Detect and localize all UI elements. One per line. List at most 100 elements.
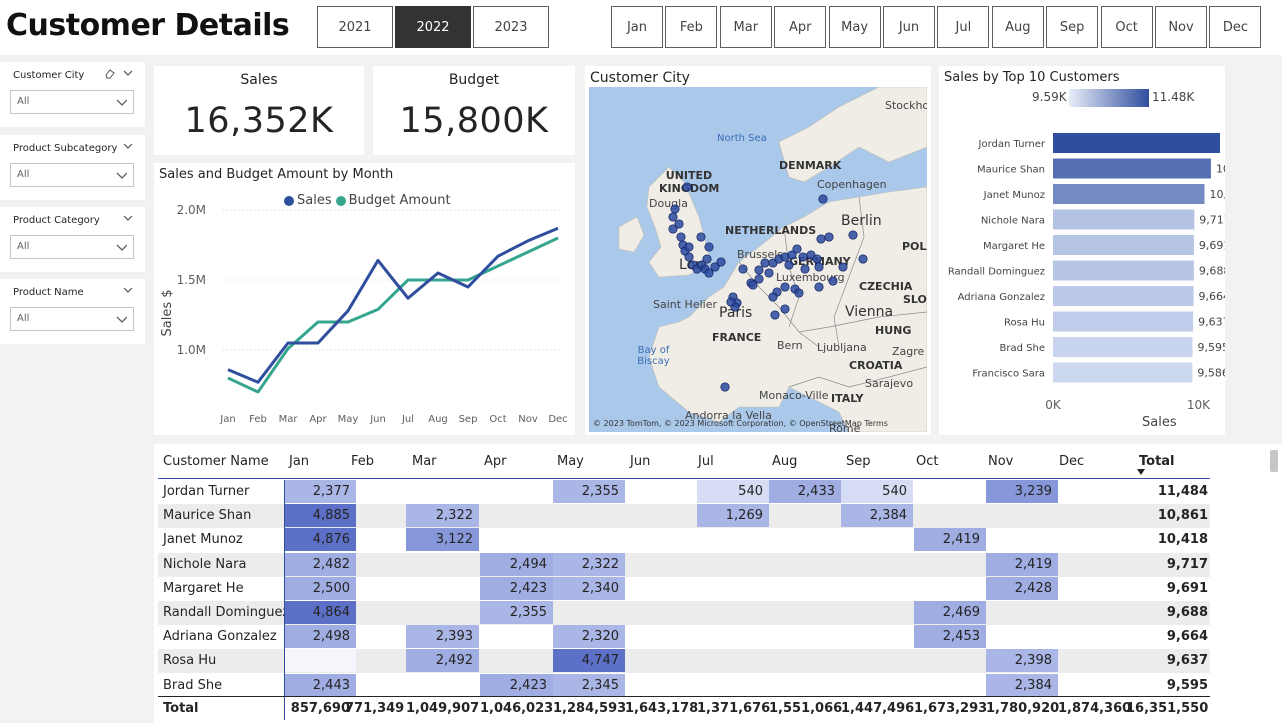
map-point[interactable] xyxy=(792,244,802,254)
table-row[interactable]: Jordan Turner 2,377 2,355 540 2,433 540 3,239 1… xyxy=(158,480,1210,504)
slicer-dropdown[interactable]: All xyxy=(10,235,134,259)
column-header-dec[interactable]: Dec xyxy=(1059,454,1084,469)
map-point[interactable] xyxy=(684,242,694,252)
column-header-mar[interactable]: Mar xyxy=(412,454,437,469)
map-point[interactable] xyxy=(738,264,748,274)
column-header-jan[interactable]: Jan xyxy=(289,454,309,469)
column-header-jun[interactable]: Jun xyxy=(630,454,650,469)
map-point[interactable] xyxy=(818,194,828,204)
map-point[interactable] xyxy=(768,292,778,302)
column-header-total[interactable]: Total xyxy=(1139,454,1175,469)
slicer-dropdown[interactable]: All xyxy=(10,163,134,187)
map-point[interactable] xyxy=(848,230,858,240)
map-point[interactable] xyxy=(824,232,834,242)
column-header-nov[interactable]: Nov xyxy=(988,454,1013,469)
month-button-may[interactable]: May xyxy=(828,6,881,48)
bar[interactable] xyxy=(1053,209,1195,230)
table-row[interactable]: Nichole Nara 2,482 2,494 2,322 2,419 9,717 xyxy=(158,552,1210,577)
map-point[interactable] xyxy=(770,310,780,320)
map-point[interactable] xyxy=(726,297,736,307)
chevron-down-icon[interactable] xyxy=(123,285,133,295)
line-chart-panel[interactable]: Sales and Budget Amount by Month Sales B… xyxy=(154,163,575,435)
map-point[interactable] xyxy=(702,254,712,264)
month-button-jan[interactable]: Jan xyxy=(611,6,663,48)
month-button-sep[interactable]: Sep xyxy=(1046,6,1099,48)
map-point[interactable] xyxy=(798,252,808,262)
map-point[interactable] xyxy=(780,304,790,314)
month-button-nov[interactable]: Nov xyxy=(1155,6,1207,48)
map-point[interactable] xyxy=(748,280,758,290)
column-header-aug[interactable]: Aug xyxy=(772,454,797,469)
map-point[interactable] xyxy=(858,254,868,264)
map-point[interactable] xyxy=(812,254,822,264)
bar[interactable] xyxy=(1053,311,1194,332)
month-button-jul[interactable]: Jul xyxy=(937,6,990,48)
map-point[interactable] xyxy=(684,252,694,262)
bar[interactable] xyxy=(1053,260,1194,281)
table-row[interactable]: Maurice Shan 4,885 2,322 1,269 2,384 10,861 xyxy=(158,504,1210,529)
month-button-apr[interactable]: Apr xyxy=(774,6,827,48)
slicer-dropdown[interactable]: All xyxy=(10,90,134,114)
year-button-2021[interactable]: 2021 xyxy=(317,6,393,48)
map-point[interactable] xyxy=(716,257,726,267)
customer-matrix[interactable]: Customer Name Jan Feb Mar Apr May Jun Jul Aug Sep… xyxy=(154,444,1282,723)
slicer-dropdown[interactable]: All xyxy=(10,307,134,331)
map-point[interactable] xyxy=(704,242,714,252)
column-header-customer-name[interactable]: Customer Name xyxy=(163,454,269,469)
table-row[interactable]: Rosa Hu 2,492 4,747 2,398 9,637 xyxy=(158,649,1210,674)
map-point[interactable] xyxy=(754,265,764,275)
bar[interactable] xyxy=(1053,337,1193,357)
sort-descending-icon[interactable] xyxy=(1137,469,1145,475)
series-line-budget-amount[interactable] xyxy=(227,236,559,394)
month-button-feb[interactable]: Feb xyxy=(665,6,718,48)
map-point[interactable] xyxy=(668,212,678,222)
customer-city-map[interactable]: North SeaUNITED KINGDOMDENMARKCopenhagen… xyxy=(589,87,927,432)
top-customers-panel[interactable]: Sales by Top 10 Customers 9.59K 11.48K J… xyxy=(939,66,1225,435)
chevron-down-icon[interactable] xyxy=(123,141,133,151)
bar[interactable] xyxy=(1053,235,1194,255)
column-header-sep[interactable]: Sep xyxy=(846,454,871,469)
bar[interactable] xyxy=(1053,286,1194,306)
column-header-jul[interactable]: Jul xyxy=(698,454,714,469)
map-point[interactable] xyxy=(780,282,790,292)
month-button-mar[interactable]: Mar xyxy=(719,6,772,48)
map-panel[interactable]: Customer City North SeaUNITED KINGDOMDEN… xyxy=(585,66,931,435)
table-row[interactable]: Randall Dominguez 4,864 2,355 2,469 9,688 xyxy=(158,601,1210,625)
map-point[interactable] xyxy=(720,382,730,392)
table-row[interactable]: Janet Munoz 4,876 3,122 2,419 10,418 xyxy=(158,528,1210,553)
table-row[interactable]: Margaret He 2,500 2,423 2,340 2,428 9,691 xyxy=(158,576,1210,601)
map-point[interactable] xyxy=(676,232,686,242)
map-point[interactable] xyxy=(784,260,794,270)
map-point[interactable] xyxy=(828,276,838,286)
map-point[interactable] xyxy=(814,262,824,272)
bar[interactable] xyxy=(1053,158,1211,179)
column-header-may[interactable]: May xyxy=(557,454,584,469)
map-point[interactable] xyxy=(838,262,848,272)
map-point[interactable] xyxy=(764,268,774,278)
bar[interactable] xyxy=(1053,133,1220,153)
chevron-down-icon[interactable] xyxy=(123,213,133,223)
month-button-aug[interactable]: Aug xyxy=(991,6,1044,48)
year-button-2023[interactable]: 2023 xyxy=(473,6,549,48)
map-point[interactable] xyxy=(816,234,826,244)
map-point[interactable] xyxy=(800,264,810,274)
month-button-jun[interactable]: Jun xyxy=(883,6,935,48)
matrix-scrollbar[interactable] xyxy=(1270,450,1278,472)
bar[interactable] xyxy=(1053,362,1193,383)
column-header-feb[interactable]: Feb xyxy=(351,454,374,469)
chevron-down-icon[interactable] xyxy=(123,68,133,78)
map-point[interactable] xyxy=(668,224,678,234)
bar[interactable] xyxy=(1053,184,1205,204)
year-button-2022[interactable]: 2022 xyxy=(395,6,471,48)
month-button-oct[interactable]: Oct xyxy=(1100,6,1153,48)
map-point[interactable] xyxy=(670,204,680,214)
map-point[interactable] xyxy=(696,232,706,242)
map-point[interactable] xyxy=(794,288,804,298)
map-point[interactable] xyxy=(814,282,824,292)
series-line-sales[interactable] xyxy=(227,226,559,384)
eraser-icon[interactable] xyxy=(104,68,115,79)
column-header-oct[interactable]: Oct xyxy=(916,454,938,469)
map-point[interactable] xyxy=(682,182,692,192)
table-row[interactable]: Adriana Gonzalez 2,498 2,393 2,320 2,453 9,66… xyxy=(158,625,1210,650)
column-header-apr[interactable]: Apr xyxy=(484,454,507,469)
